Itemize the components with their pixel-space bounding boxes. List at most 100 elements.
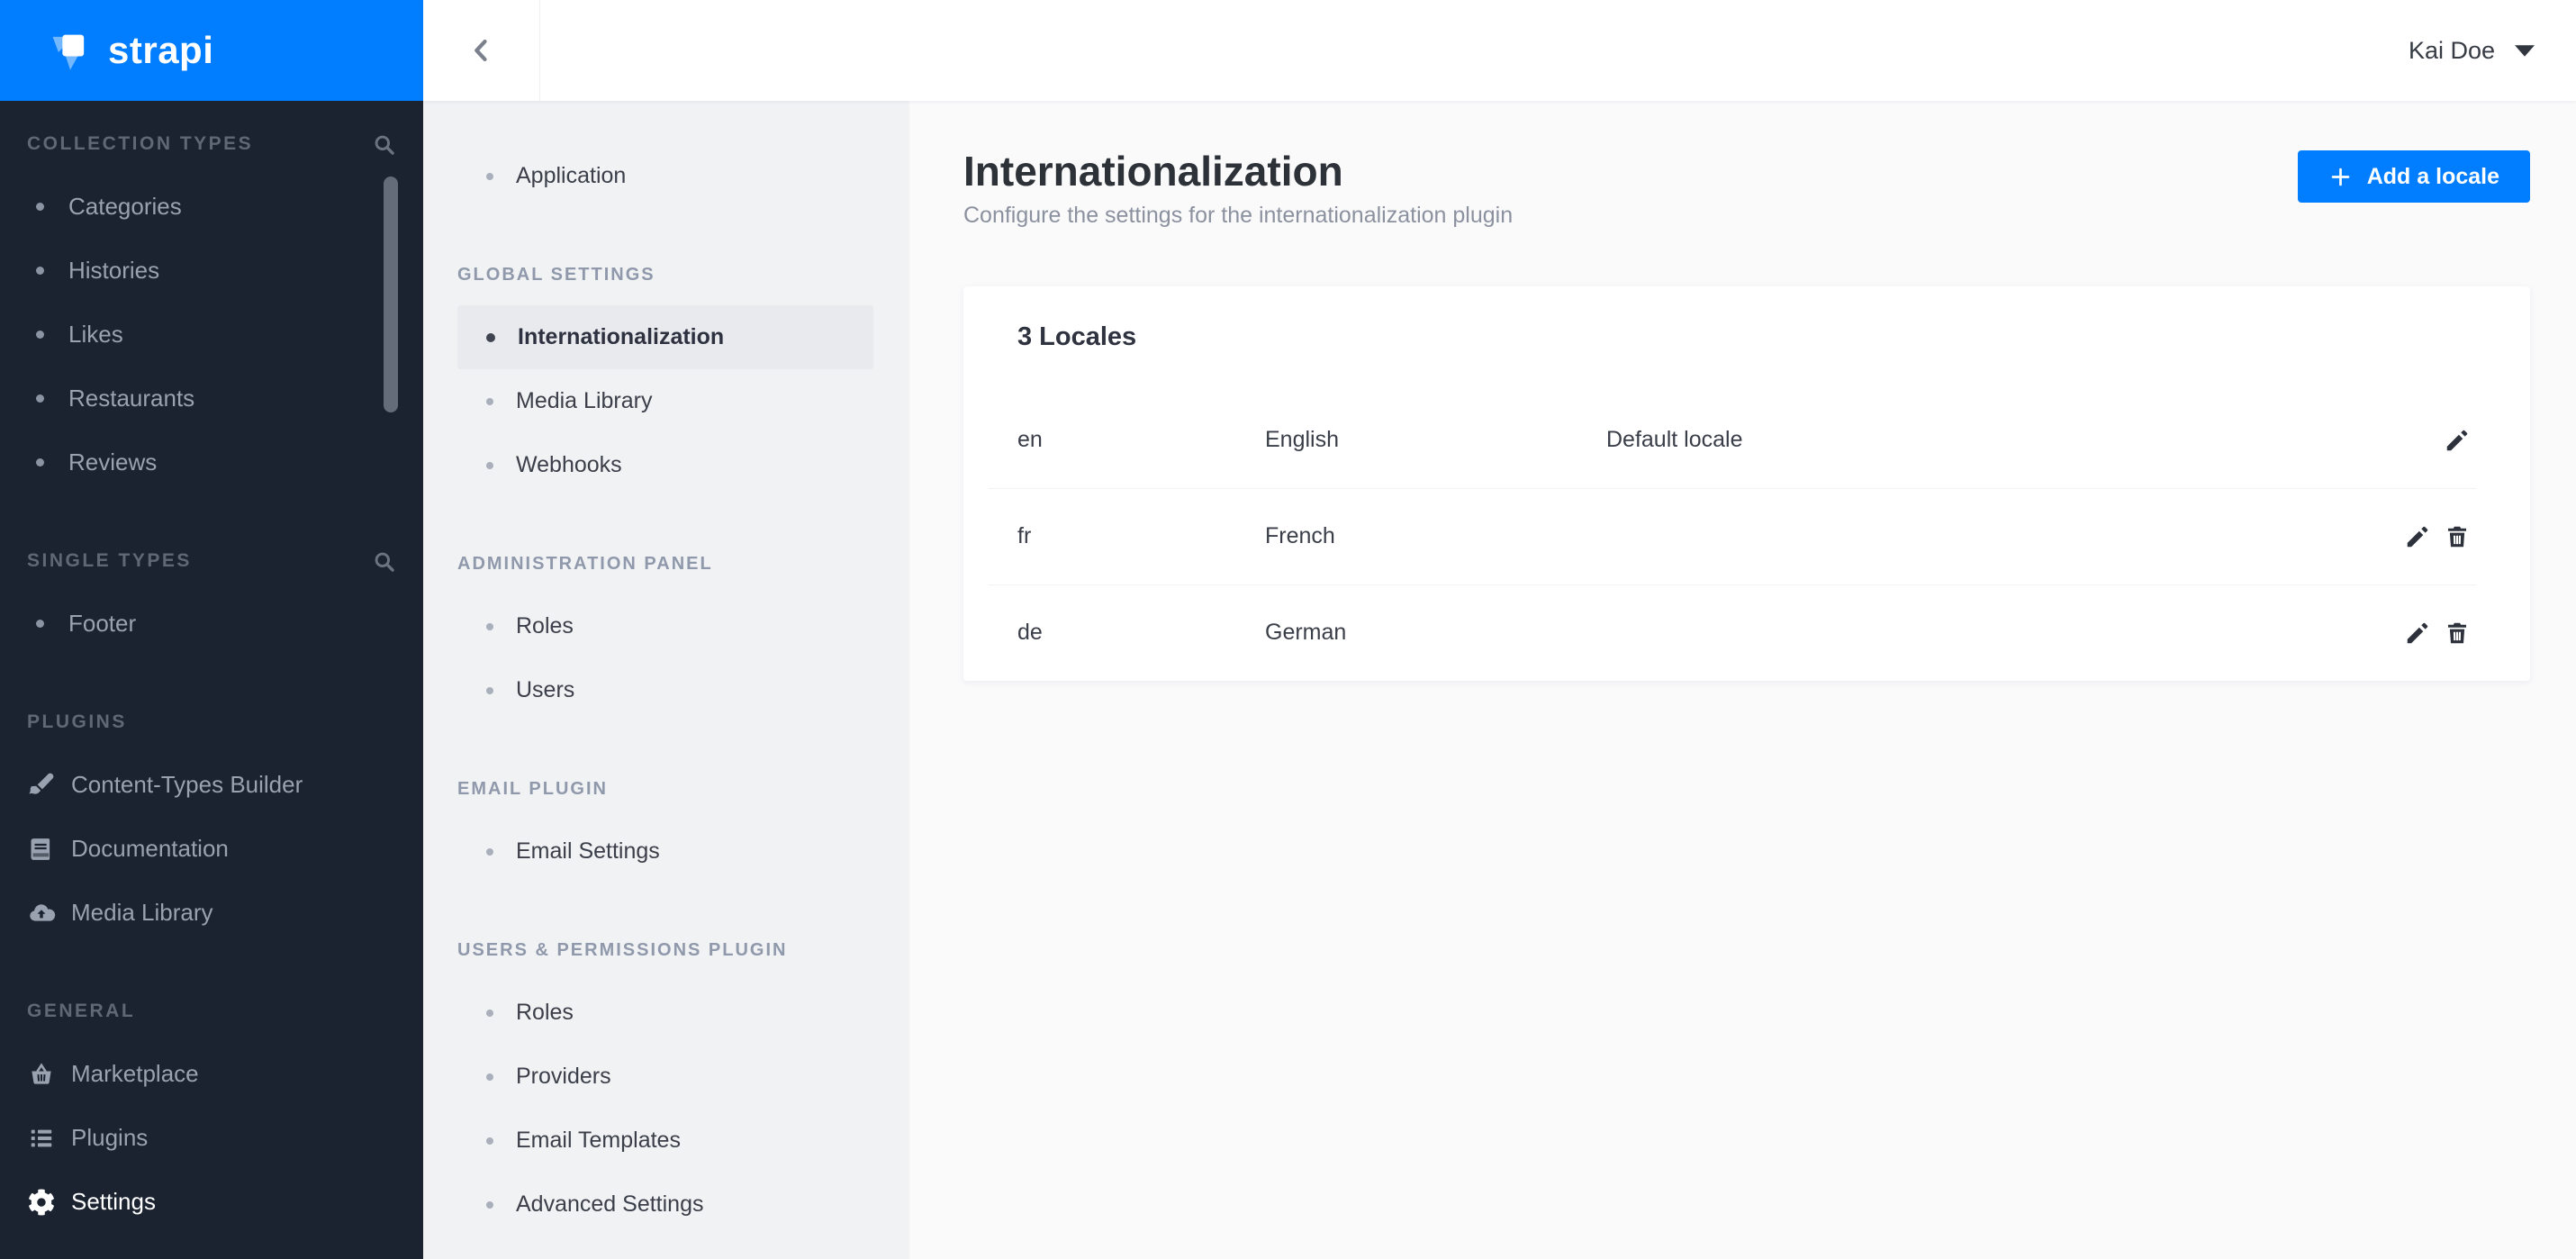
sidebar-item-label: Settings [71, 1188, 156, 1215]
bullet-icon [486, 332, 495, 342]
strapi-admin: strapi COLLECTION TYPES Categories Histo… [0, 0, 2576, 1259]
back-button[interactable] [423, 0, 540, 101]
delete-locale-button[interactable] [2442, 618, 2472, 648]
locale-name: German [1265, 620, 1347, 645]
single-types-label: SINGLE TYPES [27, 550, 192, 571]
sidebar-item-media-library[interactable]: Media Library [0, 881, 423, 945]
sidebar-item-label: Reviews [68, 448, 158, 476]
trash-icon [2448, 622, 2466, 643]
page-subtitle: Configure the settings for the internati… [963, 202, 1514, 228]
edit-locale-button[interactable] [2402, 618, 2433, 648]
settings-nav-label: Advanced Settings [516, 1191, 704, 1217]
settings-nav-label: Email Settings [516, 838, 660, 864]
bullet-icon [36, 394, 44, 403]
bullet-icon [36, 331, 44, 339]
user-menu[interactable]: Kai Doe [2409, 37, 2576, 65]
locales-heading: 3 Locales [1017, 322, 1137, 351]
settings-nav-label: Email Templates [516, 1128, 681, 1153]
sidebar-item-histories[interactable]: Histories [0, 239, 423, 303]
settings-nav-item-email-settings[interactable]: Email Settings [423, 820, 909, 883]
sidebar-item-likes[interactable]: Likes [0, 303, 423, 367]
sidebar-item-label: Documentation [71, 835, 229, 862]
settings-nav-item-media-library[interactable]: Media Library [423, 369, 909, 433]
sidebar-item-marketplace[interactable]: Marketplace [0, 1042, 423, 1106]
locale-row-de: de German [963, 584, 2530, 681]
bullet-icon [486, 172, 493, 180]
settings-nav-item-webhooks[interactable]: Webhooks [423, 433, 909, 497]
users-permissions-plugin-header: USERS & PERMISSIONS PLUGIN [457, 939, 788, 960]
logo-bar[interactable]: strapi [0, 0, 423, 101]
bullet-icon [36, 620, 44, 628]
bullet-icon [486, 686, 493, 694]
list-icon [25, 1122, 58, 1155]
search-icon[interactable] [372, 132, 396, 157]
single-types-header: SINGLE TYPES [0, 543, 423, 579]
settings-nav-label: Roles [516, 1000, 574, 1025]
locale-name: English [1265, 427, 1339, 452]
strapi-logo-icon [52, 34, 85, 70]
locale-name: French [1265, 523, 1335, 548]
delete-locale-button[interactable] [2442, 521, 2472, 552]
bullet-icon [486, 397, 493, 405]
settings-nav-label: Users [516, 677, 575, 702]
sidebar-item-label: Marketplace [71, 1060, 199, 1087]
collection-types-header: COLLECTION TYPES [0, 126, 423, 162]
sidebar-item-categories[interactable]: Categories [0, 175, 423, 239]
sidebar-item-label: Footer [68, 610, 137, 637]
collection-types-label: COLLECTION TYPES [27, 133, 254, 154]
sidebar-item-label: Content-Types Builder [71, 771, 303, 798]
trash-icon [2448, 526, 2466, 547]
administration-panel-header: ADMINISTRATION PANEL [457, 553, 713, 574]
pencil-icon [2407, 622, 2428, 643]
sidebar-item-reviews[interactable]: Reviews [0, 430, 423, 494]
page-header: Internationalization Configure the setti… [909, 101, 2576, 229]
sidebar-item-settings[interactable]: Settings [0, 1170, 423, 1234]
settings-nav-label: Roles [516, 613, 574, 639]
bullet-icon [486, 1137, 493, 1145]
settings-nav-label: Media Library [516, 388, 653, 413]
locale-row-en: en English Default locale [963, 392, 2530, 488]
locale-note: Default locale [1606, 427, 1743, 452]
topbar: Kai Doe [423, 0, 2576, 101]
bullet-icon [486, 1073, 493, 1081]
settings-nav-item-up-roles[interactable]: Roles [423, 981, 909, 1045]
settings-nav-label: Application [516, 163, 627, 188]
settings-nav-item-application[interactable]: Application [423, 144, 909, 208]
sidebar-item-label: Media Library [71, 899, 213, 926]
plugins-header: PLUGINS [0, 704, 423, 740]
settings-nav-label: Internationalization [518, 324, 725, 349]
sidebar-item-label: Restaurants [68, 385, 195, 412]
page-title: Internationalization [963, 148, 1343, 195]
edit-locale-button[interactable] [2442, 425, 2472, 456]
settings-nav-label: Webhooks [516, 452, 622, 477]
settings-nav-item-email-templates[interactable]: Email Templates [423, 1109, 909, 1173]
sidebar-item-documentation[interactable]: Documentation [0, 817, 423, 881]
add-locale-button[interactable]: Add a locale [2297, 150, 2530, 203]
sidebar-item-restaurants[interactable]: Restaurants [0, 367, 423, 430]
settings-nav: Application GLOBAL SETTINGS Internationa… [423, 101, 909, 1259]
sidebar-item-plugins[interactable]: Plugins [0, 1106, 423, 1170]
bullet-icon [486, 1009, 493, 1017]
locale-code: fr [1017, 523, 1032, 548]
bullet-icon [36, 458, 44, 466]
sidebar-item-footer[interactable]: Footer [0, 592, 423, 656]
edit-locale-button[interactable] [2402, 521, 2433, 552]
sidebar-item-label: Likes [68, 321, 123, 348]
bullet-icon [486, 461, 493, 469]
settings-nav-item-providers[interactable]: Providers [423, 1045, 909, 1109]
bullet-icon [36, 203, 44, 211]
add-locale-label: Add a locale [2366, 163, 2499, 189]
settings-nav-item-admin-roles[interactable]: Roles [423, 594, 909, 658]
search-icon[interactable] [372, 549, 396, 574]
sidebar-scrollbar[interactable] [384, 177, 398, 412]
gear-icon [25, 1186, 58, 1218]
locales-card: 3 Locales en English Default locale fr F… [963, 286, 2530, 681]
main-sidebar: COLLECTION TYPES Categories Histories Li… [0, 101, 423, 1259]
settings-nav-item-advanced-settings[interactable]: Advanced Settings [423, 1173, 909, 1236]
settings-nav-item-admin-users[interactable]: Users [423, 658, 909, 722]
plugins-label: PLUGINS [27, 711, 127, 732]
sidebar-item-content-types-builder[interactable]: Content-Types Builder [0, 753, 423, 817]
cloud-upload-icon [25, 897, 58, 929]
settings-nav-item-internationalization[interactable]: Internationalization [457, 305, 873, 369]
settings-nav-label: Providers [516, 1064, 611, 1089]
